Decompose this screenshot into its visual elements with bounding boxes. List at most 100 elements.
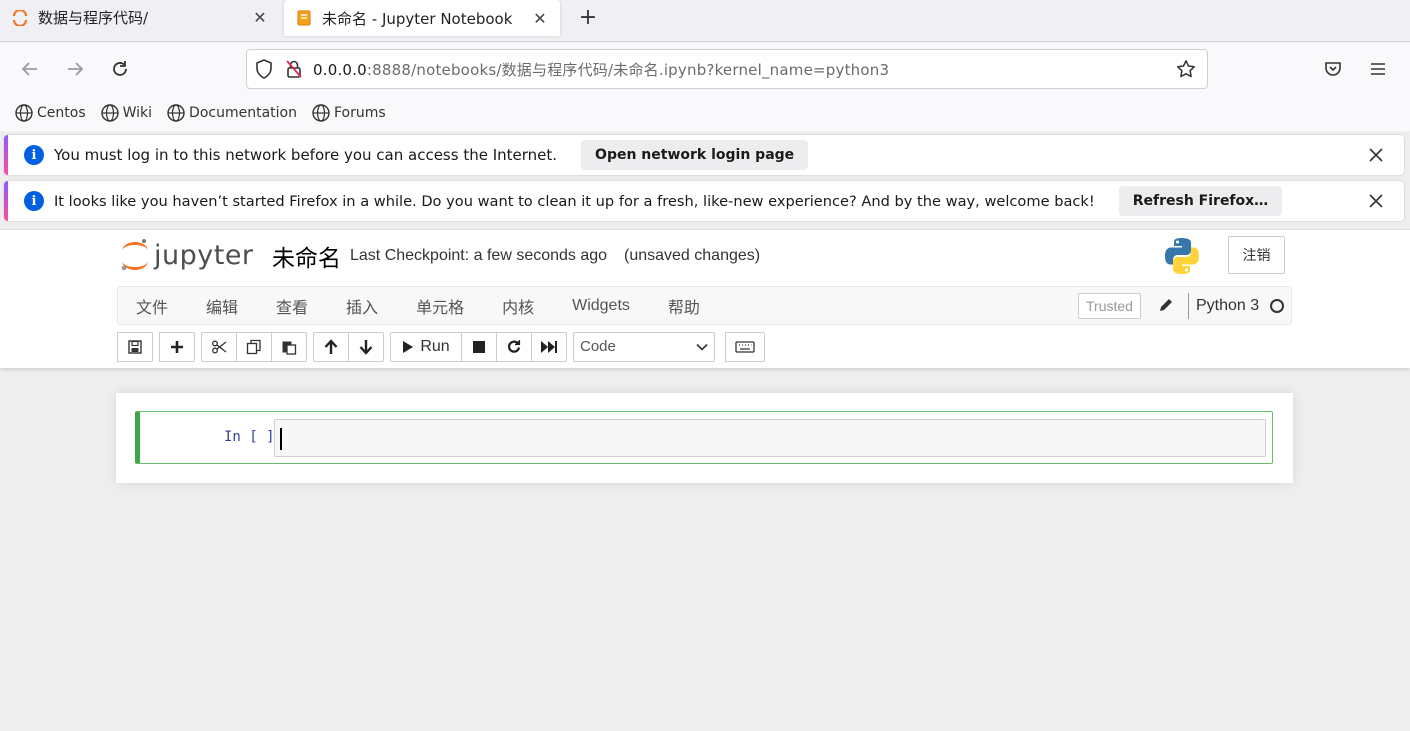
autosave-status: (unsaved changes) (624, 247, 761, 264)
stop-icon (473, 340, 485, 353)
globe-icon (14, 103, 34, 123)
fast-forward-icon (541, 340, 557, 353)
menu-view[interactable]: 查看 (257, 294, 327, 318)
menu-file[interactable]: 文件 (118, 294, 187, 318)
menu-help[interactable]: 帮助 (649, 294, 719, 318)
menu-edit[interactable]: 编辑 (187, 294, 257, 318)
hamburger-menu-icon (1371, 63, 1385, 75)
text-cursor (280, 428, 282, 450)
back-button[interactable] (16, 55, 44, 83)
notebook-icon (294, 8, 314, 28)
bookmark-item[interactable]: Centos (14, 103, 86, 123)
move-cell-down-button[interactable] (348, 331, 384, 362)
notebook-container: In [ ]: (116, 393, 1293, 483)
menu-insert[interactable]: 插入 (327, 294, 397, 318)
new-tab-button[interactable]: + (576, 4, 600, 32)
interrupt-kernel-button[interactable] (461, 331, 497, 362)
bookmarks-toolbar: Centos Wiki Documentation Forums (0, 95, 1410, 131)
paste-icon (282, 341, 297, 355)
insecure-lock-icon[interactable] (281, 54, 307, 84)
cut-button[interactable] (201, 331, 237, 362)
close-icon[interactable] (1366, 191, 1386, 211)
insert-cell-button[interactable] (159, 331, 195, 362)
chevron-down-icon (696, 343, 708, 351)
tab-strip: 数据与程序代码/ ✕ 未命名 - Jupyter Notebook ✕ + (0, 0, 1410, 42)
notebook-toolbar: Run Code (117, 331, 771, 362)
notification-text: You must log in to this network before y… (54, 146, 558, 164)
captive-portal-notification: i You must log in to this network before… (4, 135, 1404, 175)
info-icon: i (24, 191, 44, 211)
pocket-button[interactable] (1319, 55, 1347, 83)
shield-icon[interactable] (247, 54, 281, 84)
code-cell[interactable]: In [ ]: (135, 411, 1273, 464)
tab-untitled-notebook[interactable]: 未命名 - Jupyter Notebook ✕ (284, 0, 560, 36)
play-icon (403, 340, 414, 353)
close-icon[interactable] (1366, 145, 1386, 165)
forward-button[interactable] (61, 55, 89, 83)
bookmark-label: Wiki (122, 105, 153, 121)
kernel-name[interactable]: Python 3 (1188, 293, 1259, 319)
run-label: Run (420, 337, 450, 355)
notebook-menu-area: 文件 编辑 查看 插入 单元格 内核 Widgets 帮助 Trusted Py… (0, 284, 1410, 368)
reload-button[interactable] (106, 55, 134, 83)
pencil-icon[interactable] (1158, 297, 1174, 317)
cell-type-select[interactable]: Code (573, 331, 715, 362)
refresh-firefox-notification: i It looks like you haven’t started Fire… (4, 181, 1404, 221)
jupyter-header: jupyter 未命名 Last Checkpoint: a few secon… (0, 229, 1410, 284)
keyboard-icon (735, 340, 755, 353)
arrow-left-icon (21, 62, 37, 76)
trusted-indicator[interactable]: Trusted (1078, 293, 1141, 319)
restart-run-all-button[interactable] (531, 331, 567, 362)
globe-icon (100, 103, 120, 123)
notebook-name[interactable]: 未命名 (272, 239, 341, 273)
jupyter-logo-icon (121, 239, 148, 271)
arrow-right-icon (68, 62, 84, 76)
bookmark-item[interactable]: Wiki (100, 103, 152, 123)
save-button[interactable] (117, 331, 153, 362)
code-editor[interactable] (274, 419, 1266, 457)
url-text: 0.0.0.0:8888/notebooks/数据与程序代码/未命名.ipynb… (313, 59, 889, 80)
navigation-bar: 0.0.0.0:8888/notebooks/数据与程序代码/未命名.ipynb… (0, 43, 1410, 95)
jupyter-logo-text: jupyter (154, 239, 254, 271)
bookmark-item[interactable]: Documentation (166, 103, 297, 123)
restart-kernel-button[interactable] (496, 331, 532, 362)
url-host: 0.0.0.0 (313, 60, 367, 79)
jupyter-logo[interactable]: jupyter (120, 237, 254, 273)
app-menu-button[interactable] (1364, 55, 1392, 83)
menu-widgets[interactable]: Widgets (553, 297, 649, 315)
command-palette-button[interactable] (725, 331, 765, 362)
open-login-page-button[interactable]: Open network login page (581, 140, 809, 170)
arrow-up-icon (324, 338, 338, 354)
logout-button[interactable]: 注销 (1228, 236, 1285, 274)
run-button[interactable]: Run (390, 331, 462, 362)
restart-icon (508, 339, 521, 353)
close-tab-icon[interactable]: ✕ (530, 9, 550, 28)
tab-title: 未命名 - Jupyter Notebook (322, 9, 513, 28)
python-logo-icon (1164, 237, 1200, 279)
address-bar[interactable]: 0.0.0.0:8888/notebooks/数据与程序代码/未命名.ipynb… (246, 49, 1208, 89)
menubar: 文件 编辑 查看 插入 单元格 内核 Widgets 帮助 Trusted Py… (117, 286, 1292, 325)
refresh-firefox-button[interactable]: Refresh Firefox… (1118, 186, 1283, 216)
move-cell-up-button[interactable] (313, 331, 349, 362)
copy-button[interactable] (236, 331, 272, 362)
bookmark-item[interactable]: Forums (311, 103, 386, 123)
jupyter-spinner-icon (10, 8, 30, 28)
info-icon: i (24, 145, 44, 165)
menu-cell[interactable]: 单元格 (397, 294, 483, 318)
bookmark-star-icon[interactable] (1173, 56, 1199, 82)
paste-button[interactable] (271, 331, 307, 362)
bookmark-label: Documentation (189, 105, 297, 121)
cell-type-value: Code (580, 338, 616, 355)
save-icon (128, 339, 142, 354)
plus-icon (171, 340, 183, 353)
arrow-down-icon (359, 339, 373, 355)
notification-text: It looks like you haven’t started Firefo… (54, 192, 1095, 210)
globe-icon (311, 103, 331, 123)
url-path: :8888/notebooks/数据与程序代码/未命名.ipynb?kernel… (366, 60, 890, 79)
menu-kernel[interactable]: 内核 (483, 294, 553, 318)
pocket-icon (1325, 62, 1341, 76)
tab-notebook-list[interactable]: 数据与程序代码/ ✕ (0, 0, 280, 35)
close-tab-icon[interactable]: ✕ (250, 8, 270, 27)
kernel-idle-indicator-icon (1270, 299, 1284, 313)
scissors-icon (212, 340, 227, 353)
